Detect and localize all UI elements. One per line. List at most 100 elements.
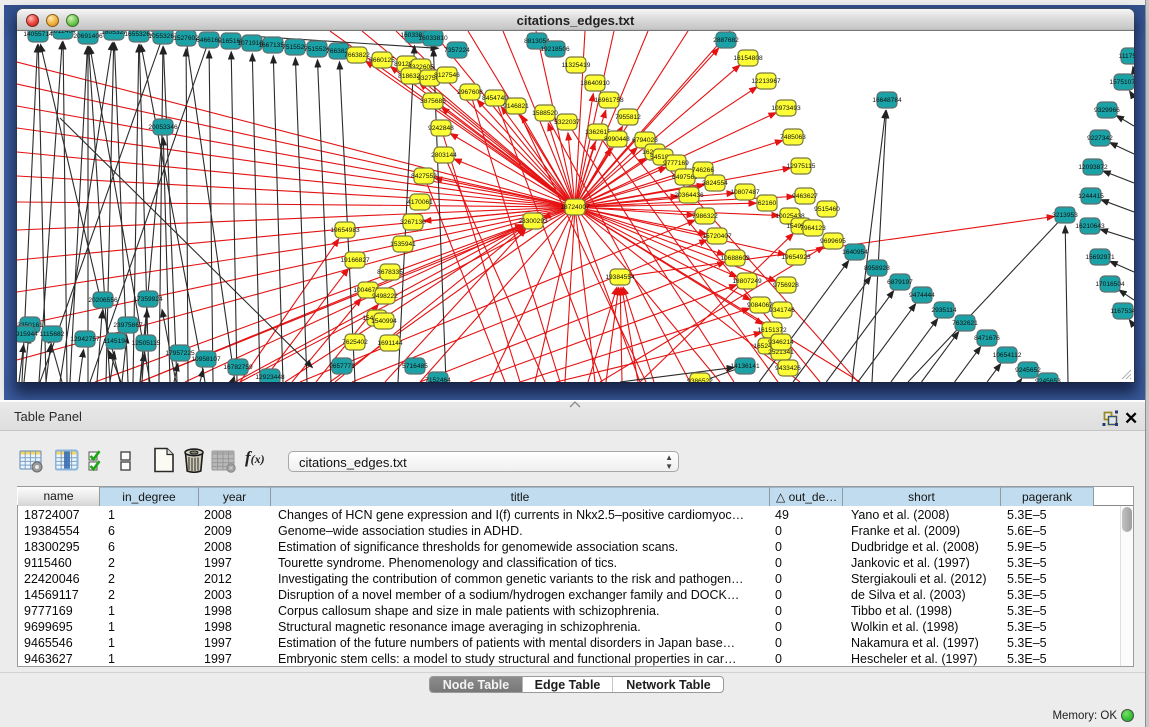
svg-text:23300293: 23300293 — [518, 218, 548, 225]
svg-text:6794028: 6794028 — [632, 137, 658, 144]
svg-text:2935114: 2935114 — [931, 307, 957, 314]
svg-text:62160: 62160 — [758, 200, 777, 207]
svg-text:7663822: 7663822 — [344, 52, 370, 59]
svg-text:8471676: 8471676 — [974, 335, 1000, 342]
svg-text:19654923: 19654923 — [781, 254, 811, 261]
svg-text:8990448: 8990448 — [604, 136, 630, 143]
svg-text:18640910: 18640910 — [580, 80, 610, 87]
svg-text:18724007: 18724007 — [560, 204, 590, 211]
svg-text:17359924: 17359924 — [133, 296, 163, 303]
svg-text:20206556: 20206556 — [88, 297, 118, 304]
svg-text:9657771: 9657771 — [329, 363, 355, 370]
svg-text:9227342: 9227342 — [1087, 135, 1113, 142]
svg-text:14055714: 14055714 — [23, 31, 53, 38]
svg-text:8660125: 8660125 — [369, 57, 395, 64]
svg-text:7152464: 7152464 — [425, 377, 451, 382]
svg-text:1115682: 1115682 — [40, 331, 65, 338]
svg-text:9329966: 9329966 — [1094, 107, 1120, 114]
svg-text:10973493: 10973493 — [771, 105, 801, 112]
svg-text:15720407: 15720407 — [702, 233, 732, 240]
svg-text:8454749: 8454749 — [482, 95, 508, 102]
svg-text:17016504: 17016504 — [1095, 281, 1125, 288]
svg-text:16961758: 16961758 — [594, 97, 624, 104]
svg-text:10688609: 10688609 — [720, 255, 750, 262]
svg-text:7357224: 7357224 — [444, 47, 470, 54]
svg-text:10654112: 10654112 — [993, 352, 1022, 359]
svg-text:3915944: 3915944 — [17, 331, 38, 338]
svg-text:9245652: 9245652 — [1015, 367, 1041, 374]
svg-text:2803144: 2803144 — [431, 152, 457, 159]
svg-text:5322037: 5322037 — [554, 119, 580, 126]
svg-text:19384554: 19384554 — [605, 274, 635, 281]
svg-text:7964123: 7964123 — [800, 225, 826, 232]
svg-text:19654983: 19654983 — [330, 227, 360, 234]
svg-text:15751074: 15751074 — [1109, 79, 1134, 86]
svg-text:9386522: 9386522 — [687, 378, 713, 382]
svg-text:1117534: 1117534 — [1119, 53, 1134, 60]
svg-text:12093872: 12093872 — [1078, 164, 1108, 171]
svg-text:10958107: 10958107 — [191, 356, 221, 363]
svg-text:18807249: 18807249 — [732, 278, 762, 285]
svg-text:3213953: 3213953 — [1052, 212, 1078, 219]
svg-text:1540994: 1540994 — [371, 318, 397, 325]
svg-text:1691144: 1691144 — [377, 340, 403, 347]
svg-text:9245653: 9245653 — [1035, 378, 1061, 382]
svg-text:2887682: 2887682 — [713, 37, 739, 44]
svg-text:9474444: 9474444 — [909, 292, 935, 299]
svg-text:7632621: 7632621 — [952, 320, 978, 327]
svg-text:9433426: 9433426 — [775, 365, 801, 372]
svg-text:746266: 746266 — [692, 167, 714, 174]
svg-text:12975115: 12975115 — [787, 163, 816, 170]
svg-text:9777169: 9777169 — [663, 160, 689, 167]
svg-text:9756928: 9756928 — [773, 282, 799, 289]
svg-text:9341746: 9341746 — [769, 307, 795, 314]
svg-text:16154808: 16154808 — [733, 55, 763, 62]
svg-text:12923448: 12923448 — [255, 374, 285, 381]
svg-text:1805327: 1805327 — [101, 31, 127, 36]
svg-text:23975867: 23975867 — [113, 322, 143, 329]
svg-text:1145194: 1145194 — [103, 338, 129, 345]
svg-text:9498222: 9498222 — [372, 293, 398, 300]
svg-text:8678335: 8678335 — [377, 269, 403, 276]
svg-text:20364436: 20364436 — [674, 192, 704, 199]
svg-text:11325419: 11325419 — [562, 62, 591, 69]
svg-text:20691406: 20691406 — [73, 33, 103, 40]
svg-text:3824554: 3824554 — [702, 180, 728, 187]
svg-text:2967608: 2967608 — [457, 89, 483, 96]
svg-text:7986322: 7986322 — [692, 213, 718, 220]
svg-text:19166827: 19166827 — [340, 257, 370, 264]
svg-text:19218506: 19218506 — [540, 46, 570, 53]
svg-text:14136141: 14136141 — [730, 363, 760, 370]
svg-text:6879197: 6879197 — [887, 279, 913, 286]
svg-text:12213967: 12213967 — [751, 78, 781, 85]
svg-text:1244415: 1244415 — [1078, 193, 1104, 200]
svg-text:16648784: 16648784 — [872, 97, 902, 104]
svg-text:12505115: 12505115 — [132, 340, 161, 347]
svg-text:16210643: 16210643 — [1075, 223, 1105, 230]
svg-text:8427552: 8427552 — [411, 173, 437, 180]
svg-text:15692971: 15692971 — [1085, 254, 1115, 261]
svg-text:2012404: 2012404 — [50, 31, 76, 35]
svg-text:16151372: 16151372 — [757, 327, 787, 334]
svg-text:9463627: 9463627 — [792, 193, 818, 200]
svg-text:8958928: 8958928 — [864, 265, 890, 272]
svg-text:7485063: 7485063 — [780, 134, 806, 141]
svg-text:1167534: 1167534 — [1110, 308, 1134, 315]
svg-text:12942757: 12942757 — [70, 336, 100, 343]
svg-text:20053346: 20053346 — [148, 124, 178, 131]
svg-text:9699695: 9699695 — [820, 238, 846, 245]
svg-text:16033810: 16033810 — [418, 35, 448, 42]
svg-text:9242848: 9242848 — [428, 125, 454, 132]
svg-text:9146821: 9146821 — [503, 103, 529, 110]
svg-text:3875685: 3875685 — [420, 98, 446, 105]
svg-text:16782759: 16782759 — [223, 364, 253, 371]
svg-text:1535941: 1535941 — [390, 241, 416, 248]
svg-text:1640954: 1640954 — [842, 249, 868, 256]
svg-text:5716485: 5716485 — [402, 363, 428, 370]
svg-text:10807487: 10807487 — [730, 189, 760, 196]
svg-text:1588520: 1588520 — [532, 110, 558, 117]
svg-text:7955812: 7955812 — [615, 114, 641, 121]
svg-text:8127546: 8127546 — [434, 72, 460, 79]
svg-text:9346214: 9346214 — [768, 339, 794, 346]
svg-text:9515460: 9515460 — [814, 206, 840, 213]
